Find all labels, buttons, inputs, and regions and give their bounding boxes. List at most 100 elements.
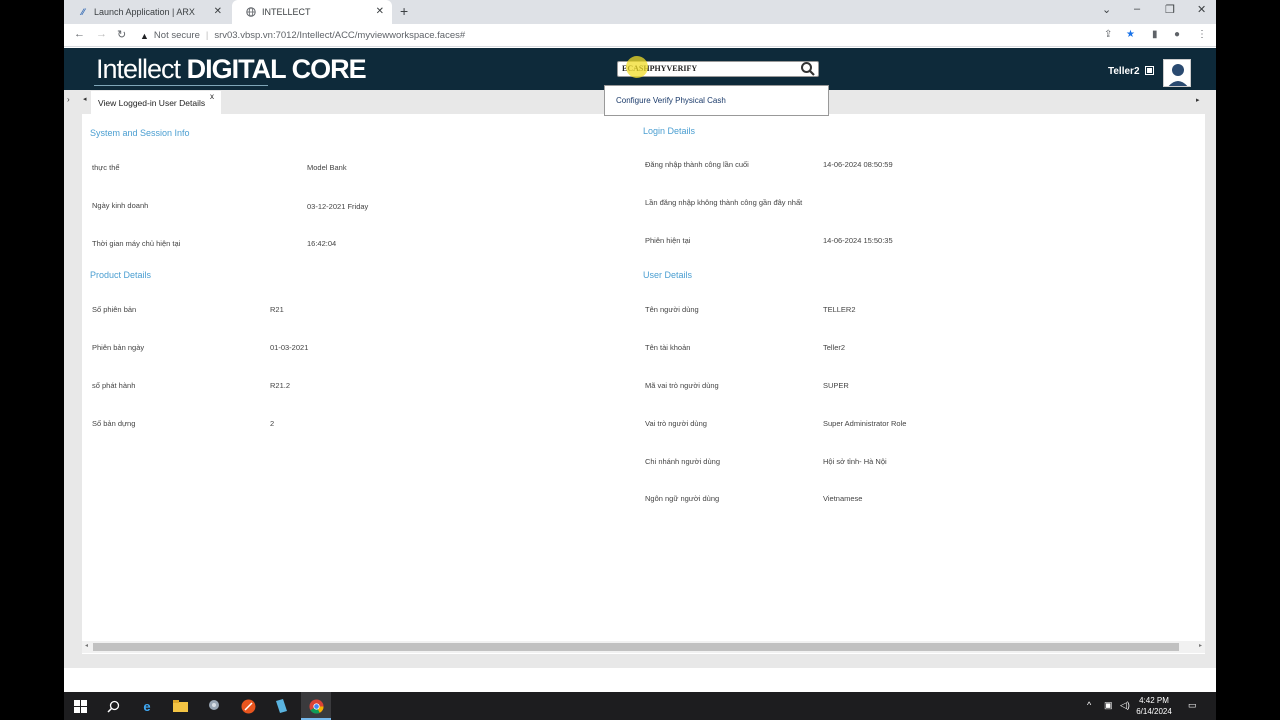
field-label: Chi nhánh người dùng [645,457,720,466]
field-label: Phiên hiện tại [645,236,691,245]
tab-label: Launch Application | ARX [94,7,195,17]
field-value: 16:42:04 [307,239,337,248]
menu-kebab-icon[interactable]: ⋮ [1197,29,1207,40]
field-label: Số phiên bản [92,305,137,314]
horizontal-scrollbar[interactable]: ◂ ▸ [82,641,1205,653]
url-text: srv03.vbsp.vn:7012/Intellect/ACC/myvieww… [214,30,466,41]
intellect-logo: Intellect DIGITAL CORE [96,54,367,85]
field-label: Số bản dựng [92,419,136,428]
share-icon[interactable]: ⇪ [1104,29,1112,40]
field-value: 03-12-2021 Friday [307,202,369,211]
close-tab-icon[interactable]: x [210,92,214,101]
field-value: 2 [270,419,275,428]
windows-taskbar: e ^ ▣ ◁) 4:42 PM 6/14/2024 ▭ [64,692,1216,720]
app-orange-icon[interactable] [240,698,256,714]
browser-window: ⁄⁄ Launch Application | ARX ✕ INTELLECT … [64,0,1216,692]
field-label: Phiên bản ngày [92,343,145,352]
field-value: R21 [270,305,284,314]
expand-panel-icon[interactable]: › [67,95,70,104]
field-label: Mã vai trò người dùng [645,381,719,390]
field-value: Super Administrator Role [823,419,907,428]
user-menu-icon[interactable] [1145,66,1154,75]
tab-label: INTELLECT [262,7,311,17]
field-label: Tên tài khoản [645,343,691,352]
globe-icon [246,7,256,17]
tab-search-chevron-icon[interactable]: ⌄ [1102,3,1111,16]
field-value: Vietnamese [823,494,863,503]
search-icon[interactable] [105,698,121,714]
logo-bold-text: DIGITAL CORE [186,54,367,84]
file-explorer-icon[interactable] [172,698,188,714]
field-value: TELLER2 [823,305,856,314]
field-label: Ngày kinh doanh [92,201,149,210]
arx-logo-icon: ⁄⁄ [81,7,85,17]
field-label: thực thể [92,163,120,172]
field-value: Hội sở tỉnh- Hà Nội [823,457,887,466]
star-bookmark-icon[interactable]: ★ [1126,29,1135,40]
address-bar-row: ← → ↻ ▲ Not secure | srv03.vbsp.vn:7012/… [64,24,1216,47]
scroll-tabs-left-icon[interactable]: ◂ [83,95,87,103]
warning-icon[interactable]: ▲ [140,31,149,41]
back-arrow-icon[interactable]: ← [74,28,85,40]
field-label: số phát hành [92,381,136,390]
section-title-system: System and Session Info [90,128,190,138]
logo-light-text: Intellect [96,54,181,84]
section-title-product: Product Details [90,270,152,280]
new-tab-icon[interactable]: + [400,3,408,19]
field-label: Tên người dùng [645,305,699,314]
field-value: Teller2 [823,343,846,352]
section-title-login: Login Details [643,126,696,136]
side-panel-icon[interactable]: ▮ [1152,29,1158,40]
right-gutter [1205,114,1216,668]
mouse-cursor-highlight [626,56,648,78]
minimize-icon[interactable]: – [1134,3,1140,15]
security-label: Not secure [153,30,200,41]
field-label: Lần đăng nhập không thành công gần đây n… [645,198,803,207]
field-label: Vai trò người dùng [645,419,707,428]
scrollbar-thumb[interactable] [93,643,1179,651]
taskbar-clock[interactable]: 4:42 PM 6/14/2024 [1128,695,1180,717]
windows-start-icon[interactable] [72,698,88,714]
avatar[interactable] [1163,59,1191,87]
forward-arrow-icon[interactable]: → [96,28,107,40]
internet-explorer-icon[interactable]: e [139,698,155,714]
reload-icon[interactable]: ↻ [117,28,126,41]
close-tab-icon[interactable]: ✕ [214,6,222,17]
field-value: 01-03-2021 [270,343,309,352]
browser-tab-intellect[interactable]: INTELLECT ✕ [232,0,392,24]
notification-icon[interactable]: ▭ [1188,700,1197,711]
field-value: SUPER [823,381,849,390]
restore-icon[interactable]: ❐ [1165,3,1175,16]
chrome-icon[interactable] [308,698,324,714]
scroll-tabs-right-icon[interactable]: ▸ [1196,96,1200,104]
field-value: 14-06-2024 08:50:59 [823,160,893,169]
field-label: Đăng nhập thành công lần cuối [645,160,749,169]
clock-time: 4:42 PM [1139,696,1169,705]
field-label: Ngôn ngữ người dùng [645,494,720,503]
field-value: Model Bank [307,163,347,172]
browser-tab-arx[interactable]: ⁄⁄ Launch Application | ARX ✕ [64,0,230,24]
omnibox-divider: | [205,30,209,41]
clock-date: 6/14/2024 [1136,707,1172,716]
username-label[interactable]: Teller2 [1108,66,1140,77]
app-book-icon[interactable] [273,698,289,714]
logo-underline [94,85,268,86]
field-label: Thời gian máy chủ hiện tại [92,239,181,248]
network-app-icon[interactable] [206,698,222,714]
close-window-icon[interactable]: ✕ [1197,3,1206,16]
browser-tab-strip: ⁄⁄ Launch Application | ARX ✕ INTELLECT … [64,0,1216,24]
left-gutter [64,114,82,668]
tab-view-logged-in-user-details[interactable]: View Logged-in User Details [91,91,221,114]
field-value: 14-06-2024 15:50:35 [823,236,893,245]
bottom-bar [64,654,1216,668]
section-title-user: User Details [643,270,693,280]
profile-icon[interactable]: ● [1174,29,1180,40]
scroll-left-arrow-icon[interactable]: ◂ [85,642,88,649]
close-tab-icon[interactable]: ✕ [376,6,384,17]
url-field[interactable]: ▲ Not secure | srv03.vbsp.vn:7012/Intell… [140,27,1140,44]
network-icon[interactable]: ▣ [1104,700,1113,711]
scroll-right-arrow-icon[interactable]: ▸ [1199,642,1202,649]
search-suggestion-item[interactable]: Configure Verify Physical Cash [604,85,829,116]
search-icon[interactable] [800,61,816,77]
chevron-up-icon[interactable]: ^ [1087,700,1091,710]
